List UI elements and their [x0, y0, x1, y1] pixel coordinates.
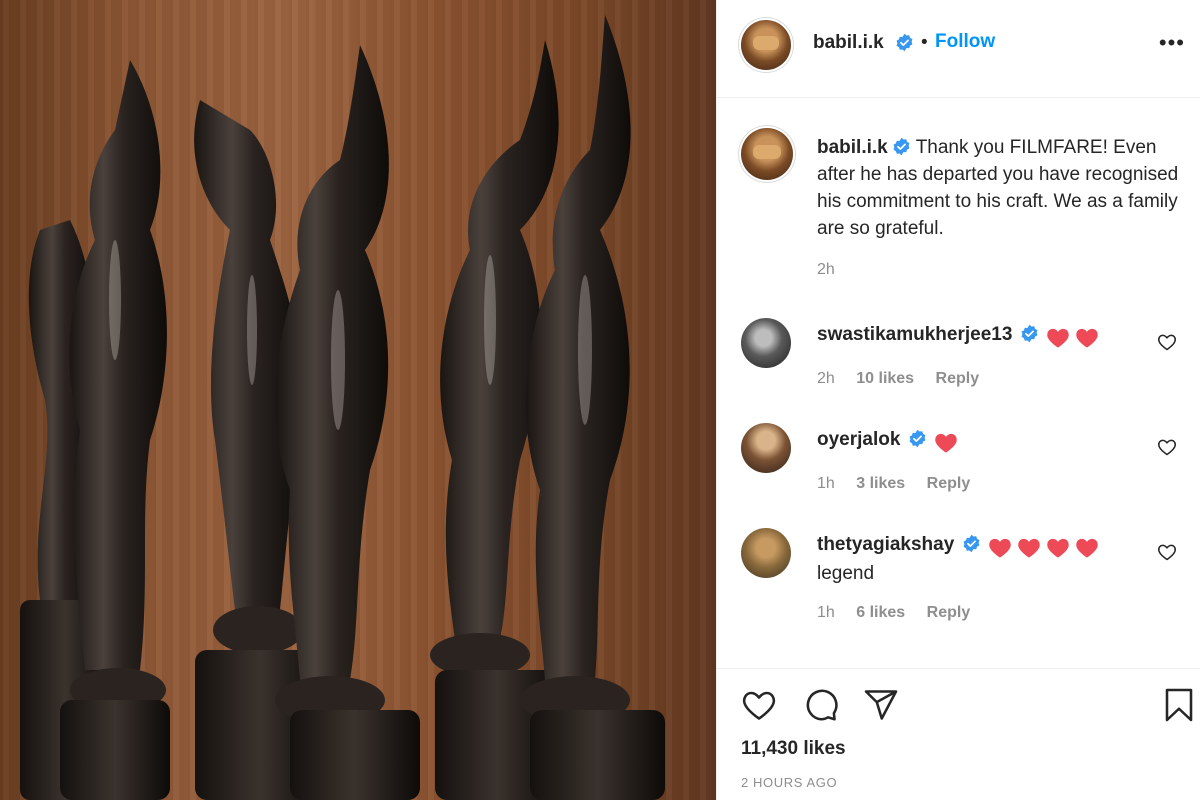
comment-username[interactable]: thetyagiakshay: [817, 534, 954, 555]
comment-icon[interactable]: [803, 687, 839, 723]
reply-button[interactable]: Reply: [927, 475, 971, 492]
heart-emoji-icon: [935, 433, 958, 453]
heart-emoji-icon: [1076, 538, 1099, 558]
avatar[interactable]: [741, 128, 793, 180]
comment-meta: 1h 6 likes Reply: [817, 604, 987, 622]
like-count[interactable]: 11,430 likes: [741, 738, 846, 760]
share-icon[interactable]: [863, 687, 899, 723]
avatar[interactable]: [741, 20, 791, 70]
caption-text-block: babil.i.k Thank you FILMFARE! Even after…: [817, 134, 1187, 242]
heart-emoji-icon: [1047, 328, 1070, 348]
verified-badge-icon: [892, 137, 911, 156]
heart-emoji-icon: [989, 538, 1012, 558]
reply-button[interactable]: Reply: [936, 370, 980, 387]
post-author-username[interactable]: babil.i.k: [813, 32, 884, 54]
comment-time[interactable]: 2h: [817, 370, 835, 387]
verified-badge-icon: [962, 534, 981, 553]
comment-time[interactable]: 1h: [817, 475, 835, 492]
comment-username[interactable]: swastikamukherjee13: [817, 324, 1012, 345]
comment-body: swastikamukherjee13: [817, 322, 1157, 351]
caption-time[interactable]: 2h: [817, 261, 835, 279]
heart-emoji-group: [935, 430, 964, 456]
heart-emoji-icon: [1076, 328, 1099, 348]
post-actions: 11,430 likes 2 HOURS AGO: [717, 668, 1200, 800]
bookmark-icon[interactable]: [1161, 687, 1197, 723]
heart-emoji-icon: [1018, 538, 1041, 558]
heart-icon[interactable]: [1157, 542, 1177, 562]
verified-badge-icon: [908, 429, 927, 448]
avatar[interactable]: [741, 318, 791, 368]
comment-meta: 1h 3 likes Reply: [817, 475, 987, 493]
comment-text: legend: [817, 563, 875, 584]
post-timestamp[interactable]: 2 HOURS AGO: [741, 775, 837, 790]
comment-likes[interactable]: 3 likes: [856, 475, 905, 492]
reply-button[interactable]: Reply: [927, 604, 971, 621]
heart-icon[interactable]: [741, 687, 777, 723]
comment-time[interactable]: 1h: [817, 604, 835, 621]
follow-button[interactable]: Follow: [935, 31, 995, 53]
post-header: babil.i.k • Follow •••: [717, 0, 1200, 98]
avatar[interactable]: [741, 528, 791, 578]
heart-emoji-icon: [1047, 538, 1070, 558]
comment-likes[interactable]: 6 likes: [856, 604, 905, 621]
comment-body: thetyagiakshay legend: [817, 532, 1157, 587]
verified-badge-icon: [1020, 324, 1039, 343]
post-side-panel: babil.i.k • Follow ••• babil.i.k Thank y…: [716, 0, 1200, 800]
heart-icon[interactable]: [1157, 332, 1177, 352]
separator-dot: •: [921, 32, 928, 53]
avatar[interactable]: [741, 423, 791, 473]
caption-username[interactable]: babil.i.k: [817, 137, 888, 158]
heart-icon[interactable]: [1157, 437, 1177, 457]
comment-meta: 2h 10 likes Reply: [817, 370, 996, 388]
heart-emoji-group: [1047, 325, 1105, 351]
verified-badge-icon: [895, 33, 914, 52]
comment-likes[interactable]: 10 likes: [856, 370, 914, 387]
more-options-icon[interactable]: •••: [1159, 30, 1185, 56]
trophy-figure: [275, 45, 420, 800]
post-photo: [0, 0, 716, 800]
heart-emoji-group: [989, 535, 1105, 561]
comment-body: oyerjalok: [817, 427, 1157, 456]
trophy-image: [20, 15, 665, 800]
comment-username[interactable]: oyerjalok: [817, 429, 900, 450]
